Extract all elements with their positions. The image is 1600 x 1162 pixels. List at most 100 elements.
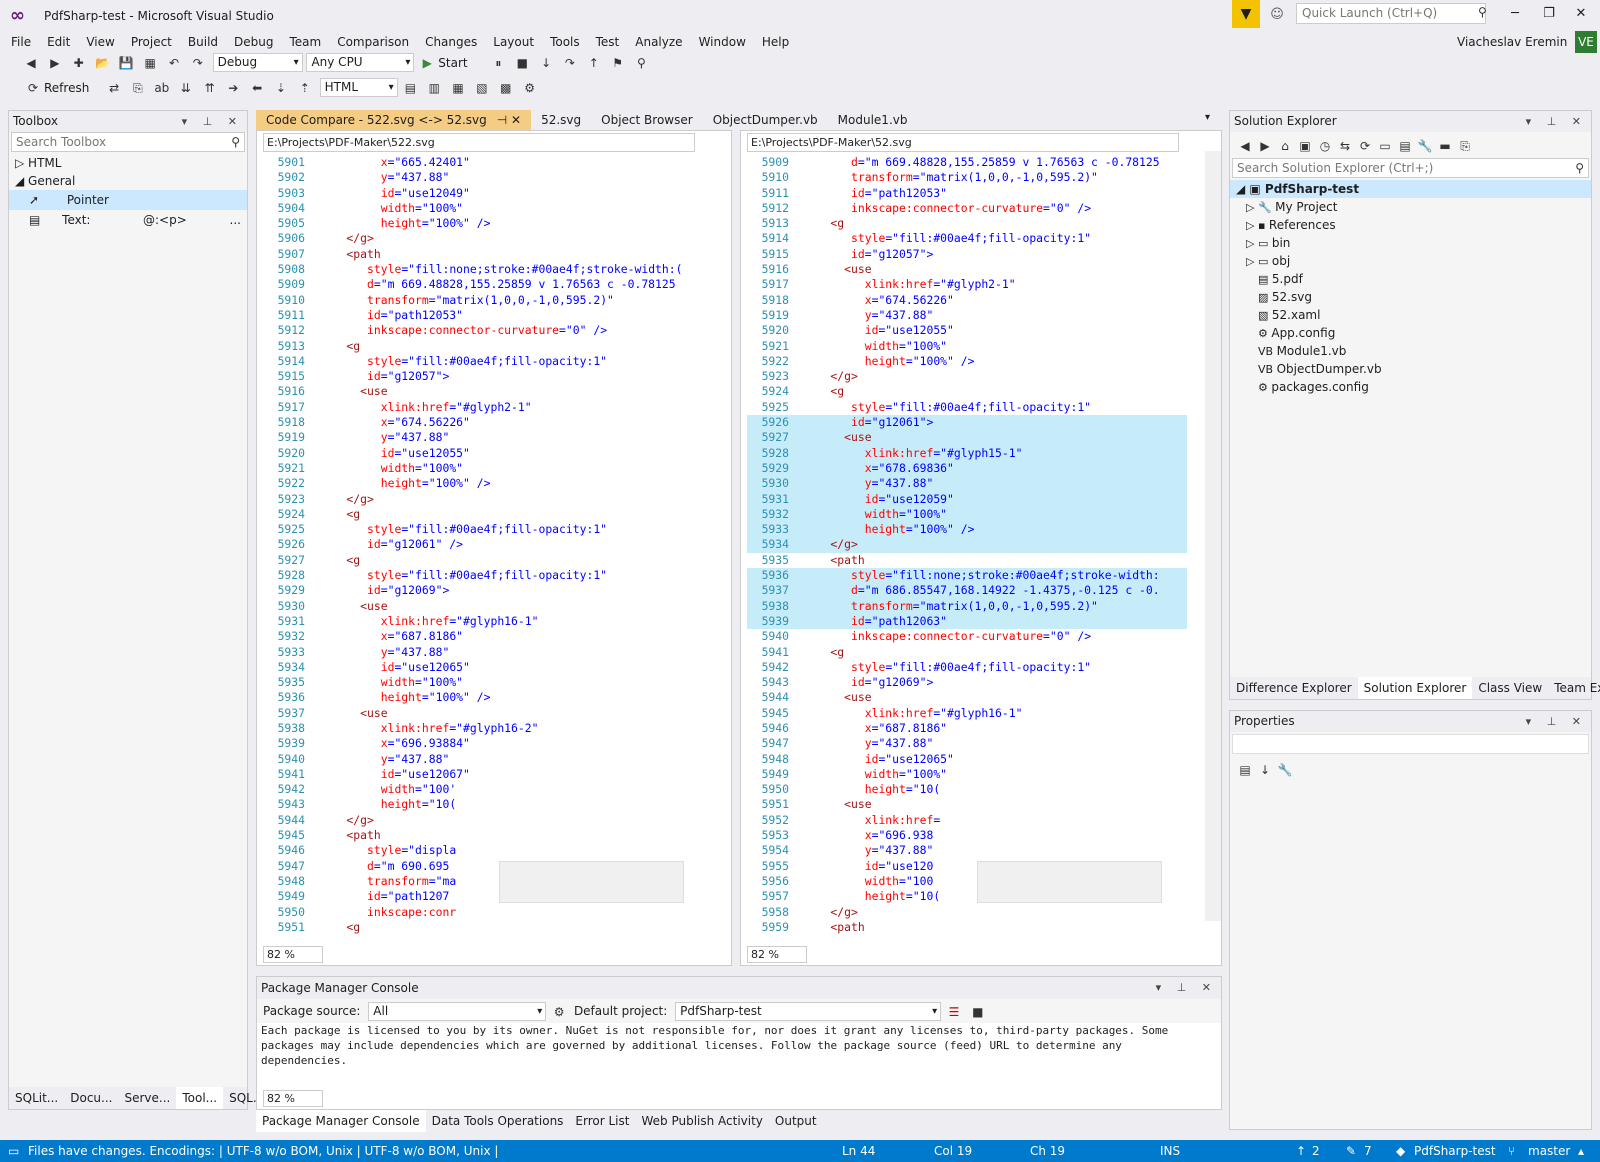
- branch-icon[interactable]: ⑂: [1508, 1140, 1515, 1162]
- default-project-select[interactable]: PdfSharp-test: [675, 1002, 942, 1021]
- back-icon[interactable]: ◀: [22, 54, 40, 72]
- menu-item-test[interactable]: Test: [588, 33, 628, 51]
- panel-controls-icon[interactable]: ▾ ⊥ ✕: [1526, 711, 1587, 732]
- back-icon[interactable]: ◀: [1236, 137, 1254, 155]
- bottom-tab[interactable]: Package Manager Console: [256, 1110, 426, 1132]
- pause-icon[interactable]: ⏸: [489, 54, 507, 72]
- merge-down-icon[interactable]: ⇣: [272, 79, 290, 97]
- menu-item-window[interactable]: Window: [691, 33, 754, 51]
- menu-item-debug[interactable]: Debug: [226, 33, 281, 51]
- properties-icon[interactable]: 🔧: [1416, 137, 1434, 155]
- properties-object-select[interactable]: [1232, 734, 1589, 754]
- copy-left-icon[interactable]: ⬅: [248, 79, 266, 97]
- menu-item-changes[interactable]: Changes: [417, 33, 485, 51]
- panel-controls-icon[interactable]: ▾ ⊥ ✕: [1156, 977, 1217, 998]
- pmc-zoom-select[interactable]: 82 %: [263, 1090, 323, 1107]
- toolbox-bottom-tab[interactable]: Docu...: [64, 1087, 118, 1109]
- vertical-scrollbar[interactable]: [1205, 151, 1221, 921]
- solution-item[interactable]: VB Module1.vb: [1230, 342, 1591, 360]
- solution-root[interactable]: ◢ ▣ PdfSharp-test: [1230, 180, 1591, 198]
- copy-right-icon[interactable]: ➔: [224, 79, 242, 97]
- solution-explorer-tab[interactable]: Difference Explorer: [1230, 677, 1358, 699]
- menu-item-help[interactable]: Help: [754, 33, 797, 51]
- repository-name[interactable]: PdfSharp-test: [1414, 1140, 1496, 1162]
- open-icon[interactable]: 📂: [93, 54, 111, 72]
- toolbox-group-html[interactable]: ▷ HTML: [9, 154, 247, 172]
- merge-up-icon[interactable]: ⇡: [296, 79, 314, 97]
- solution-search-input[interactable]: Search Solution Explorer (Ctrl+;) ⚲: [1232, 158, 1589, 178]
- solution-item[interactable]: ▷ ▭ bin: [1230, 234, 1591, 252]
- document-tab[interactable]: Module1.vb: [828, 110, 918, 130]
- ignore-case-icon[interactable]: ab: [153, 79, 171, 97]
- minimize-button[interactable]: ─: [1500, 6, 1530, 21]
- prev-diff-icon[interactable]: ⇈: [200, 79, 218, 97]
- clear-console-icon[interactable]: ☰: [945, 1003, 963, 1021]
- toolbox-item-pointer[interactable]: ➚ Pointer: [9, 190, 247, 210]
- collapse-icon[interactable]: ◢: [15, 174, 28, 188]
- publish-icon[interactable]: ↑: [1296, 1140, 1306, 1162]
- options-icon[interactable]: ⚙: [521, 79, 539, 97]
- document-tab[interactable]: 52.svg: [531, 110, 591, 130]
- step-over-icon[interactable]: ↷: [561, 54, 579, 72]
- save-icon[interactable]: 💾: [117, 54, 135, 72]
- step-out-icon[interactable]: ↑: [585, 54, 603, 72]
- redo-icon[interactable]: ↷: [189, 54, 207, 72]
- unpushed-count[interactable]: 2: [1312, 1140, 1320, 1162]
- quick-launch-input[interactable]: Quick Launch (Ctrl+Q): [1296, 3, 1486, 24]
- show-all-files-icon[interactable]: ▤: [1396, 137, 1414, 155]
- toolbox-group-general[interactable]: ◢ General: [9, 172, 247, 190]
- configuration-select[interactable]: Debug: [212, 53, 303, 72]
- pending-changes-icon[interactable]: ◷: [1316, 137, 1334, 155]
- menu-item-tools[interactable]: Tools: [542, 33, 588, 51]
- feedback-icon[interactable]: ☺: [1266, 4, 1288, 26]
- right-zoom-select[interactable]: 82 %: [747, 946, 807, 963]
- solution-item[interactable]: ▷ ▪ References: [1230, 216, 1591, 234]
- property-pages-icon[interactable]: 🔧: [1276, 761, 1294, 779]
- sync-icon[interactable]: ⇆: [1336, 137, 1354, 155]
- collapse-all-icon[interactable]: ▭: [1376, 137, 1394, 155]
- solution-item[interactable]: ⚙ packages.config: [1230, 378, 1591, 396]
- close-tab-icon[interactable]: ✕: [511, 113, 521, 127]
- stop-icon[interactable]: ■: [969, 1003, 987, 1021]
- menu-item-team[interactable]: Team: [281, 33, 329, 51]
- expand-icon[interactable]: ▷: [15, 156, 28, 170]
- solution-explorer-tab[interactable]: Team Explorer: [1548, 677, 1600, 699]
- alphabetical-icon[interactable]: ↓: [1256, 761, 1274, 779]
- repo-icon[interactable]: ◆: [1396, 1140, 1405, 1162]
- layout-grid-icon[interactable]: ▩: [497, 79, 515, 97]
- save-all-icon[interactable]: ▦: [141, 54, 159, 72]
- switch-views-icon[interactable]: ▣: [1296, 137, 1314, 155]
- new-project-icon[interactable]: ✚: [70, 54, 88, 72]
- layout-vertical-icon[interactable]: ▥: [425, 79, 443, 97]
- toolbox-bottom-tab[interactable]: Tool...: [176, 1087, 224, 1109]
- solution-item[interactable]: ▷ 🔧 My Project: [1230, 198, 1591, 216]
- start-icon[interactable]: ▶: [418, 54, 436, 72]
- step-into-icon[interactable]: ↓: [537, 54, 555, 72]
- start-button[interactable]: Start: [438, 56, 467, 70]
- menu-item-comparison[interactable]: Comparison: [329, 33, 417, 51]
- pending-edits-count[interactable]: 7: [1364, 1140, 1372, 1162]
- solution-explorer-tab[interactable]: Solution Explorer: [1357, 677, 1473, 699]
- menu-item-build[interactable]: Build: [180, 33, 226, 51]
- view-code-icon[interactable]: ⎘: [1456, 137, 1474, 155]
- menu-item-edit[interactable]: Edit: [39, 33, 78, 51]
- document-tab[interactable]: Code Compare - 522.svg <-> 52.svg: [256, 110, 497, 130]
- toolbox-search-input[interactable]: Search Toolbox ⚲: [11, 132, 245, 152]
- platform-select[interactable]: Any CPU: [306, 53, 415, 72]
- filter-icon[interactable]: ▼: [1232, 0, 1260, 28]
- package-source-select[interactable]: All: [368, 1002, 547, 1021]
- pin-icon[interactable]: ⊣: [497, 113, 511, 127]
- solution-item[interactable]: VB ObjectDumper.vb: [1230, 360, 1591, 378]
- document-tab[interactable]: Object Browser: [591, 110, 703, 130]
- panel-controls-icon[interactable]: ▾ ⊥ ✕: [1526, 111, 1587, 132]
- categorized-icon[interactable]: ▤: [1236, 761, 1254, 779]
- solution-explorer-tab[interactable]: Class View: [1472, 677, 1548, 699]
- bottom-tab[interactable]: Data Tools Operations: [426, 1110, 570, 1132]
- bottom-tab[interactable]: Error List: [569, 1110, 635, 1132]
- bookmark-icon[interactable]: ⚑: [609, 54, 627, 72]
- solution-item[interactable]: ⚙ App.config: [1230, 324, 1591, 342]
- settings-icon[interactable]: ⚙: [550, 1003, 568, 1021]
- bottom-tab[interactable]: Web Publish Activity: [635, 1110, 768, 1132]
- compare-icon[interactable]: ⇄: [105, 79, 123, 97]
- stop-icon[interactable]: ■: [513, 54, 531, 72]
